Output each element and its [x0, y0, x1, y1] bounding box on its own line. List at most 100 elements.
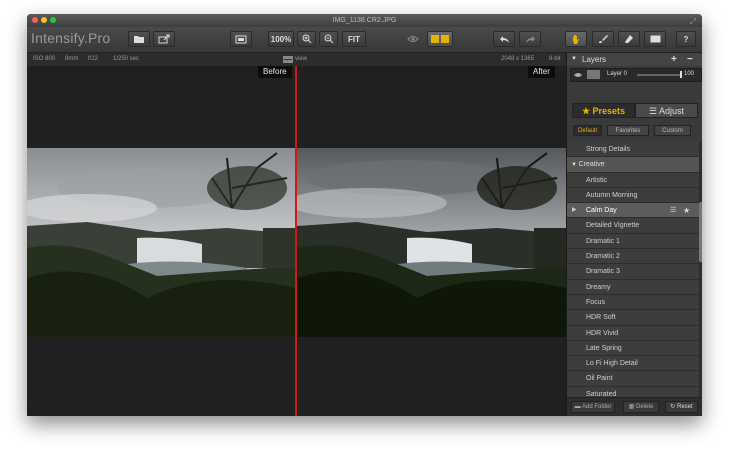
layer-visibility-icon[interactable]: [574, 72, 582, 78]
brush-icon: [599, 35, 608, 43]
filter-default[interactable]: Default: [573, 125, 602, 136]
close-window-button[interactable]: [32, 17, 38, 23]
mask-button[interactable]: [644, 31, 666, 47]
reset-label: Reset: [677, 404, 693, 410]
layer-thumbnail: [587, 70, 600, 79]
preset-item[interactable]: ▶ Calm Day ☰ ★: [567, 203, 699, 219]
toolbar: Intensify.Pro 100% FIT ?: [27, 27, 702, 53]
folder-icon: ▬: [574, 404, 581, 410]
remove-layer-button[interactable]: −: [687, 53, 693, 66]
preset-label: Dreamy: [586, 283, 611, 291]
preset-label: Oil Paint: [586, 375, 613, 383]
panel-tabs: ★ Presets ☰ Adjust: [572, 103, 698, 118]
split-divider-handle[interactable]: [295, 66, 297, 416]
preset-list-scrollbar[interactable]: [699, 142, 702, 397]
preset-group-header[interactable]: ▼ Creative: [567, 157, 699, 173]
zoom-100-button[interactable]: 100%: [268, 31, 294, 47]
reset-button[interactable]: ↻ Reset: [665, 401, 698, 413]
preset-item[interactable]: Lo Fi High Detail: [567, 356, 699, 372]
share-icon: [158, 34, 170, 44]
view-menu[interactable]: view: [283, 53, 307, 66]
favorite-star-icon[interactable]: ★: [683, 203, 690, 218]
panel-footer: ▬ Add Folder ▦ Delete ↻ Reset: [567, 397, 702, 416]
help-button[interactable]: ?: [676, 31, 696, 47]
sliders-icon: ☰: [648, 106, 658, 116]
preset-item[interactable]: Dreamy: [567, 279, 699, 295]
zoom-window-button[interactable]: [50, 17, 56, 23]
focal-length: 8mm: [65, 56, 79, 62]
preset-item[interactable]: Dramatic 2: [567, 249, 699, 265]
preset-item[interactable]: Saturated: [567, 386, 699, 397]
preset-item[interactable]: Autumn Morning: [567, 187, 699, 204]
apply-preset-icon[interactable]: ▶: [572, 203, 577, 218]
tab-adjust[interactable]: ☰ Adjust: [635, 103, 698, 118]
zoom-out-icon: [324, 34, 333, 44]
add-layer-button[interactable]: +: [671, 53, 677, 66]
before-label: Before: [258, 66, 292, 78]
hand-icon: [573, 34, 579, 44]
app-logo: Intensify.Pro: [31, 30, 111, 46]
image-info-bar: ISO 800 8mm f/22 1/250 sec view 2048 x 1…: [27, 53, 566, 66]
redo-button[interactable]: [519, 31, 541, 47]
compare-view-button[interactable]: [230, 31, 252, 47]
minimize-window-button[interactable]: [41, 17, 47, 23]
preset-label: HDR Vivid: [586, 329, 619, 337]
preset-label: Artistic: [586, 176, 607, 184]
scrollbar-thumb[interactable]: [699, 202, 702, 262]
eraser-icon: [625, 35, 633, 43]
tab-presets-label: Presets: [592, 106, 626, 116]
tab-presets[interactable]: ★ Presets: [572, 103, 635, 118]
preset-item[interactable]: Artistic: [567, 172, 699, 188]
preset-item[interactable]: Dramatic 1: [567, 233, 699, 250]
layer-row[interactable]: Layer 0 100: [570, 68, 702, 82]
eraser-tool-button[interactable]: [618, 31, 640, 47]
preset-item[interactable]: Dramatic 3: [567, 264, 699, 280]
preset-list: Strong Details ▼ Creative Artistic Autumn M…: [567, 142, 699, 397]
split-view-button[interactable]: [427, 31, 453, 47]
view-label: view: [295, 56, 308, 62]
brush-tool-button[interactable]: [592, 31, 614, 47]
side-panel: ▼ Layers + − Layer 0 100 ★ Presets ☰ Adj…: [566, 53, 702, 416]
preset-label: Dramatic 1: [586, 237, 620, 245]
preset-item[interactable]: Detailed Vignette: [567, 218, 699, 234]
add-folder-button[interactable]: ▬ Add Folder: [571, 401, 615, 413]
opacity-slider[interactable]: [637, 71, 682, 78]
share-button[interactable]: [153, 31, 175, 47]
preset-label: Dramatic 2: [586, 253, 620, 261]
preset-item[interactable]: HDR Soft: [567, 310, 699, 326]
zoom-in-button[interactable]: [297, 31, 316, 47]
layers-header: ▼ Layers + −: [567, 53, 702, 66]
preset-label: Autumn Morning: [586, 191, 638, 199]
preset-label: Strong Details: [586, 146, 630, 153]
preset-label: Focus: [586, 298, 606, 306]
edit-preset-icon[interactable]: ☰: [670, 203, 676, 218]
fit-button[interactable]: FIT: [342, 31, 366, 47]
preview-toggle-button[interactable]: [401, 31, 425, 47]
opacity-slider-handle[interactable]: [680, 71, 682, 78]
zoom-in-icon: [302, 34, 311, 44]
filter-custom[interactable]: Custom: [654, 125, 691, 136]
undo-button[interactable]: [493, 31, 515, 47]
preset-item[interactable]: Focus: [567, 294, 699, 311]
trash-icon: ▦: [628, 404, 635, 410]
delete-button[interactable]: ▦ Delete: [623, 401, 659, 413]
redo-icon: [525, 35, 535, 43]
star-icon: ★: [581, 106, 591, 116]
preset-item[interactable]: Late Spring: [567, 340, 699, 357]
collapse-layers-icon[interactable]: ▼: [571, 53, 577, 66]
zoom-out-button[interactable]: [319, 31, 338, 47]
bit-depth: 8-bit: [549, 56, 561, 62]
hand-tool-button[interactable]: [565, 31, 587, 47]
image-canvas[interactable]: Before After: [27, 66, 566, 416]
filter-favorites[interactable]: Favorites: [607, 125, 649, 136]
preset-item[interactable]: Strong Details: [567, 142, 699, 158]
compare-view-icon: [235, 35, 247, 43]
refresh-icon: ↻: [670, 404, 676, 410]
preset-item[interactable]: HDR Vivid: [567, 325, 699, 341]
preset-label: Lo Fi High Detail: [586, 360, 638, 368]
app-window: IMG_1138.CR2.JPG ⤢ Intensify.Pro 100% FI…: [27, 14, 702, 416]
collapse-group-icon[interactable]: ▼: [571, 162, 579, 168]
tab-adjust-label: Adjust: [659, 106, 685, 116]
preset-item[interactable]: Oil Paint: [567, 371, 699, 387]
open-button[interactable]: [128, 31, 150, 47]
